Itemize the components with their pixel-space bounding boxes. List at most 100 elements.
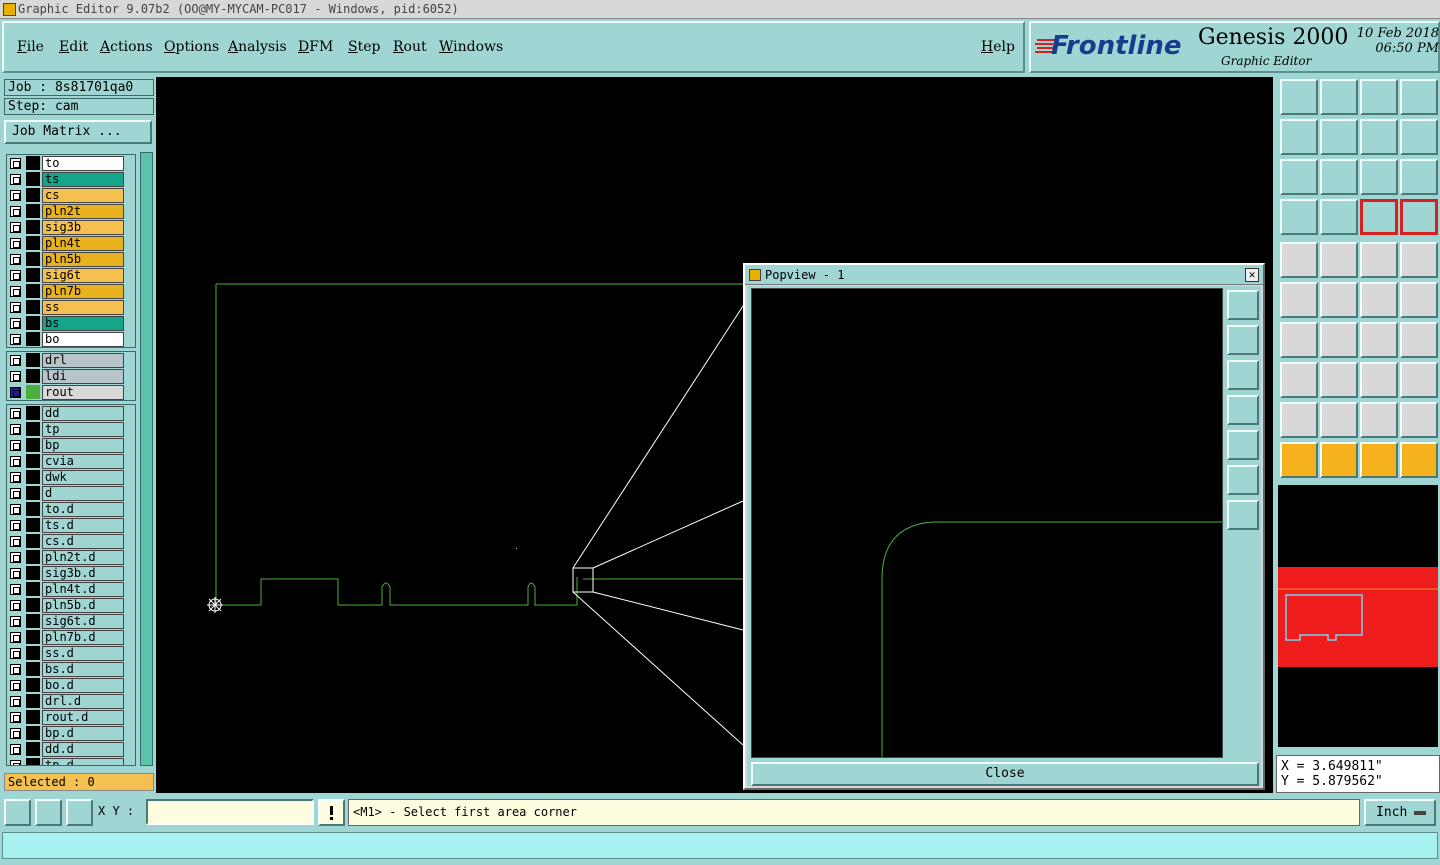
layer-row[interactable]: rout.d <box>7 709 135 725</box>
layer-row[interactable]: pln5b.d <box>7 597 135 613</box>
layer-name[interactable]: pln5b.d <box>42 598 124 613</box>
layer-name[interactable]: rout.d <box>42 710 124 725</box>
layer-checkbox[interactable] <box>10 472 21 483</box>
grid-icon[interactable] <box>1320 199 1358 235</box>
layer-row[interactable]: ldi <box>7 368 135 384</box>
layer-row[interactable]: dd <box>7 405 135 421</box>
popview-zoom-home-icon[interactable] <box>1227 290 1259 320</box>
add-feature-icon[interactable] <box>1280 242 1318 278</box>
layer-color-swatch[interactable] <box>26 582 40 596</box>
layer-checkbox[interactable] <box>10 158 21 169</box>
trace-icon[interactable] <box>1320 362 1358 398</box>
layer-checkbox[interactable] <box>10 696 21 707</box>
pan-right-icon[interactable] <box>1320 119 1358 155</box>
layer-checkbox[interactable] <box>10 632 21 643</box>
zoom-previous-icon[interactable] <box>1320 79 1358 115</box>
layer-name[interactable]: d <box>42 486 124 501</box>
layer-checkbox[interactable] <box>10 488 21 499</box>
arc-icon[interactable] <box>1360 322 1398 358</box>
layer-color-swatch[interactable] <box>26 204 40 218</box>
job-matrix-button[interactable]: Job Matrix ... <box>4 120 152 144</box>
triangle-cut-icon[interactable] <box>1400 402 1438 438</box>
layer-name[interactable]: cs <box>42 188 124 203</box>
redraw-icon[interactable] <box>1400 119 1438 155</box>
layer-color-swatch[interactable] <box>26 678 40 692</box>
xy-input[interactable] <box>146 799 314 825</box>
layer-color-swatch[interactable] <box>26 369 40 383</box>
layer-checkbox[interactable] <box>10 334 21 345</box>
layer-row[interactable]: sig6t.d <box>7 613 135 629</box>
snap-icon[interactable] <box>1360 199 1398 235</box>
layer-name[interactable]: bs.d <box>42 662 124 677</box>
layer-checkbox[interactable] <box>10 408 21 419</box>
zoom-area-icon[interactable] <box>4 799 31 826</box>
measure-angle-icon[interactable] <box>1320 242 1358 278</box>
layer-name[interactable]: to.d <box>42 502 124 517</box>
layer-color-swatch[interactable] <box>26 385 40 399</box>
zoom-fit-icon[interactable] <box>1280 159 1318 195</box>
layer-checkbox[interactable] <box>10 728 21 739</box>
layer-checkbox[interactable] <box>10 456 21 467</box>
layer-checkbox[interactable] <box>10 712 21 723</box>
layer-name[interactable]: ldi <box>42 369 124 384</box>
layer-name[interactable]: pln7b <box>42 284 124 299</box>
layer-color-swatch[interactable] <box>26 236 40 250</box>
layer-name[interactable]: ss <box>42 300 124 315</box>
delete-icon[interactable] <box>1320 282 1358 318</box>
connect-icon[interactable] <box>1280 282 1318 318</box>
layer-checkbox[interactable] <box>10 270 21 281</box>
layer-row[interactable]: bp.d <box>7 725 135 741</box>
layer-name[interactable]: sig3b.d <box>42 566 124 581</box>
layer-name[interactable]: ts <box>42 172 124 187</box>
layer-checkbox[interactable] <box>10 584 21 595</box>
layer-row[interactable]: d <box>7 485 135 501</box>
layer-name[interactable]: tp <box>42 422 124 437</box>
layer-row[interactable]: to <box>7 155 135 171</box>
layer-row[interactable]: pln7b <box>7 283 135 299</box>
menu-options[interactable]: Options <box>164 39 219 55</box>
menu-help[interactable]: Help <box>981 39 1015 55</box>
layer-checkbox[interactable] <box>10 664 21 675</box>
popview-pan-left-icon[interactable] <box>1227 395 1259 425</box>
layer-name[interactable]: drl <box>42 353 124 368</box>
layer-name[interactable]: bs <box>42 316 124 331</box>
layer-name[interactable]: pln4t.d <box>42 582 124 597</box>
layer-name[interactable]: pln2t.d <box>42 550 124 565</box>
snap-mode-icon[interactable] <box>1400 199 1438 235</box>
layer-color-swatch[interactable] <box>26 332 40 346</box>
layer-checkbox[interactable] <box>10 552 21 563</box>
layer-row[interactable]: tp <box>7 421 135 437</box>
layer-checkbox[interactable] <box>10 440 21 451</box>
triangle-edge-icon[interactable] <box>1360 402 1398 438</box>
layer-checkbox[interactable] <box>10 504 21 515</box>
layer-color-swatch[interactable] <box>26 454 40 468</box>
move-line-icon[interactable] <box>1400 282 1438 318</box>
layer-checkbox[interactable] <box>10 190 21 201</box>
layer-name[interactable]: pln7b.d <box>42 630 124 645</box>
pointer-icon[interactable] <box>1280 442 1318 478</box>
menu-actions[interactable]: Actions <box>100 39 153 55</box>
menu-file[interactable]: File <box>17 39 44 55</box>
zoom-center-icon[interactable] <box>1320 159 1358 195</box>
layer-name[interactable]: cvia <box>42 454 124 469</box>
popview-pan-up-icon[interactable] <box>1227 325 1259 355</box>
ruler-icon[interactable] <box>1360 242 1398 278</box>
layer-name[interactable]: ss.d <box>42 646 124 661</box>
unit-selector[interactable]: Inch <box>1364 799 1436 826</box>
layer-row[interactable]: drl <box>7 352 135 368</box>
layer-color-swatch[interactable] <box>26 188 40 202</box>
select-circle-icon[interactable] <box>1360 442 1398 478</box>
layer-row[interactable]: rout <box>7 384 135 400</box>
layer-row[interactable]: dd.d <box>7 741 135 757</box>
layer-name[interactable]: sig3b <box>42 220 124 235</box>
popview-zoom-in-icon[interactable] <box>1227 500 1259 530</box>
layer-color-swatch[interactable] <box>26 502 40 516</box>
triangle-point-icon[interactable] <box>1320 402 1358 438</box>
layer-row[interactable]: bo <box>7 331 135 347</box>
menu-step[interactable]: Step <box>348 39 380 55</box>
layer-color-swatch[interactable] <box>26 550 40 564</box>
layer-checkbox[interactable] <box>10 600 21 611</box>
popview-pan-right-icon[interactable] <box>1227 430 1259 460</box>
popview-close-button[interactable]: Close <box>751 762 1259 786</box>
popview-canvas[interactable] <box>751 288 1224 758</box>
